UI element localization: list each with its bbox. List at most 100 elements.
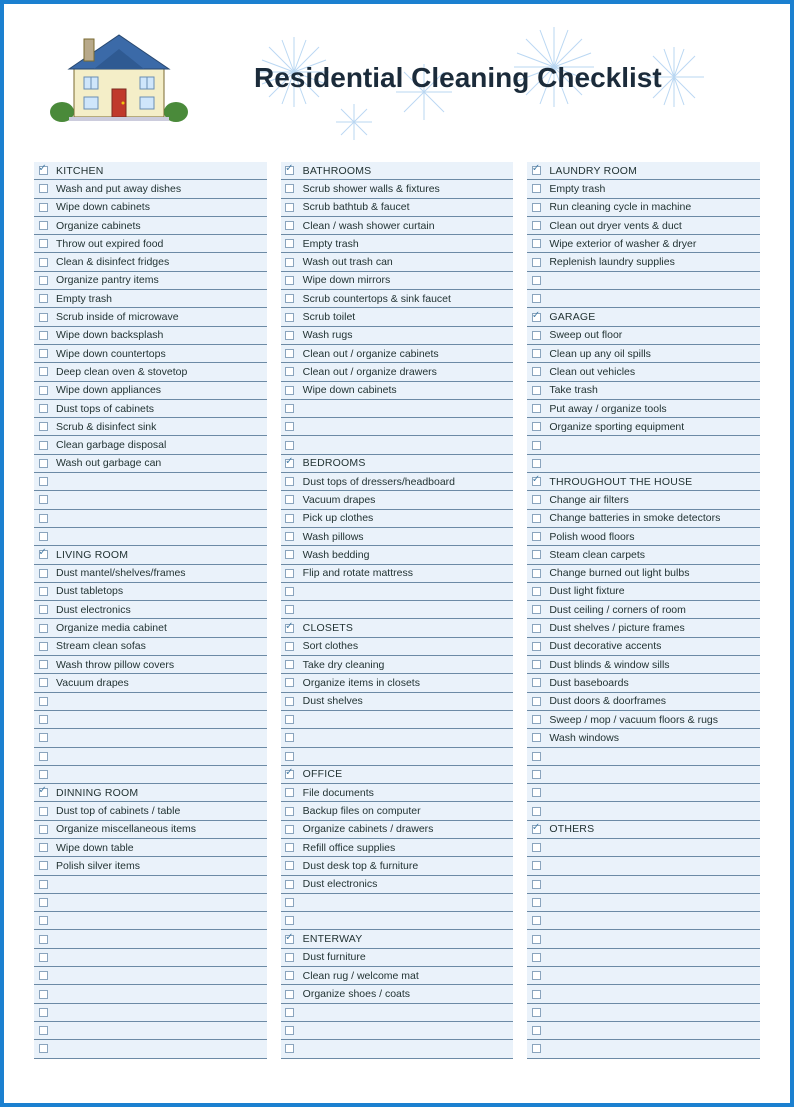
checkbox-icon[interactable] xyxy=(532,678,541,687)
checkbox-icon[interactable] xyxy=(285,678,294,687)
checkbox-icon[interactable] xyxy=(39,276,48,285)
checkbox-icon[interactable] xyxy=(532,276,541,285)
checkbox-icon[interactable] xyxy=(285,203,294,212)
checkbox-icon[interactable] xyxy=(285,1026,294,1035)
checkbox-icon[interactable] xyxy=(285,642,294,651)
checkbox-icon[interactable] xyxy=(532,752,541,761)
checkbox-icon[interactable] xyxy=(39,477,48,486)
checkbox-icon[interactable] xyxy=(39,770,48,779)
checkbox-icon[interactable] xyxy=(532,770,541,779)
checkbox-icon[interactable] xyxy=(285,898,294,907)
checkbox-icon[interactable] xyxy=(532,953,541,962)
checkbox-icon[interactable] xyxy=(532,569,541,578)
checkbox-icon[interactable] xyxy=(39,807,48,816)
checkbox-icon[interactable] xyxy=(532,386,541,395)
checkbox-icon[interactable] xyxy=(532,861,541,870)
checkbox-checked-icon[interactable] xyxy=(285,459,294,468)
checkbox-icon[interactable] xyxy=(532,184,541,193)
checkbox-icon[interactable] xyxy=(532,550,541,559)
checkbox-icon[interactable] xyxy=(285,807,294,816)
checkbox-icon[interactable] xyxy=(39,569,48,578)
checkbox-icon[interactable] xyxy=(39,239,48,248)
checkbox-icon[interactable] xyxy=(285,404,294,413)
checkbox-icon[interactable] xyxy=(285,184,294,193)
checkbox-icon[interactable] xyxy=(285,441,294,450)
checkbox-icon[interactable] xyxy=(285,422,294,431)
checkbox-icon[interactable] xyxy=(39,624,48,633)
checkbox-icon[interactable] xyxy=(39,660,48,669)
checkbox-icon[interactable] xyxy=(39,349,48,358)
checkbox-icon[interactable] xyxy=(532,990,541,999)
checkbox-icon[interactable] xyxy=(285,239,294,248)
checkbox-icon[interactable] xyxy=(39,843,48,852)
checkbox-icon[interactable] xyxy=(532,441,541,450)
checkbox-icon[interactable] xyxy=(532,239,541,248)
checkbox-icon[interactable] xyxy=(532,971,541,980)
checkbox-icon[interactable] xyxy=(39,587,48,596)
checkbox-icon[interactable] xyxy=(532,1044,541,1053)
checkbox-icon[interactable] xyxy=(39,825,48,834)
checkbox-icon[interactable] xyxy=(285,258,294,267)
checkbox-checked-icon[interactable] xyxy=(39,550,48,559)
checkbox-icon[interactable] xyxy=(39,971,48,980)
checkbox-icon[interactable] xyxy=(532,642,541,651)
checkbox-icon[interactable] xyxy=(39,605,48,614)
checkbox-icon[interactable] xyxy=(285,916,294,925)
checkbox-icon[interactable] xyxy=(39,386,48,395)
checkbox-icon[interactable] xyxy=(285,697,294,706)
checkbox-icon[interactable] xyxy=(532,459,541,468)
checkbox-icon[interactable] xyxy=(39,752,48,761)
checkbox-icon[interactable] xyxy=(285,1008,294,1017)
checkbox-icon[interactable] xyxy=(532,605,541,614)
checkbox-icon[interactable] xyxy=(285,587,294,596)
checkbox-icon[interactable] xyxy=(285,569,294,578)
checkbox-icon[interactable] xyxy=(532,532,541,541)
checkbox-icon[interactable] xyxy=(532,733,541,742)
checkbox-icon[interactable] xyxy=(39,1044,48,1053)
checkbox-icon[interactable] xyxy=(39,733,48,742)
checkbox-icon[interactable] xyxy=(532,349,541,358)
checkbox-icon[interactable] xyxy=(532,788,541,797)
checkbox-icon[interactable] xyxy=(39,1026,48,1035)
checkbox-icon[interactable] xyxy=(532,697,541,706)
checkbox-icon[interactable] xyxy=(39,697,48,706)
checkbox-icon[interactable] xyxy=(39,715,48,724)
checkbox-icon[interactable] xyxy=(532,203,541,212)
checkbox-icon[interactable] xyxy=(285,331,294,340)
checkbox-icon[interactable] xyxy=(285,349,294,358)
checkbox-icon[interactable] xyxy=(39,514,48,523)
checkbox-icon[interactable] xyxy=(39,221,48,230)
checkbox-icon[interactable] xyxy=(39,495,48,504)
checkbox-icon[interactable] xyxy=(285,1044,294,1053)
checkbox-icon[interactable] xyxy=(39,441,48,450)
checkbox-checked-icon[interactable] xyxy=(39,166,48,175)
checkbox-icon[interactable] xyxy=(285,788,294,797)
checkbox-icon[interactable] xyxy=(39,880,48,889)
checkbox-icon[interactable] xyxy=(285,221,294,230)
checkbox-icon[interactable] xyxy=(285,550,294,559)
checkbox-checked-icon[interactable] xyxy=(532,477,541,486)
checkbox-icon[interactable] xyxy=(39,1008,48,1017)
checkbox-icon[interactable] xyxy=(39,203,48,212)
checkbox-icon[interactable] xyxy=(285,660,294,669)
checkbox-icon[interactable] xyxy=(532,1026,541,1035)
checkbox-icon[interactable] xyxy=(285,953,294,962)
checkbox-icon[interactable] xyxy=(39,294,48,303)
checkbox-icon[interactable] xyxy=(532,294,541,303)
checkbox-icon[interactable] xyxy=(285,367,294,376)
checkbox-icon[interactable] xyxy=(39,459,48,468)
checkbox-icon[interactable] xyxy=(285,971,294,980)
checkbox-icon[interactable] xyxy=(532,258,541,267)
checkbox-icon[interactable] xyxy=(532,587,541,596)
checkbox-icon[interactable] xyxy=(39,916,48,925)
checkbox-icon[interactable] xyxy=(532,880,541,889)
checkbox-icon[interactable] xyxy=(39,184,48,193)
checkbox-icon[interactable] xyxy=(285,880,294,889)
checkbox-icon[interactable] xyxy=(39,953,48,962)
checkbox-icon[interactable] xyxy=(285,276,294,285)
checkbox-icon[interactable] xyxy=(39,935,48,944)
checkbox-icon[interactable] xyxy=(532,221,541,230)
checkbox-icon[interactable] xyxy=(532,514,541,523)
checkbox-icon[interactable] xyxy=(39,532,48,541)
checkbox-icon[interactable] xyxy=(285,990,294,999)
